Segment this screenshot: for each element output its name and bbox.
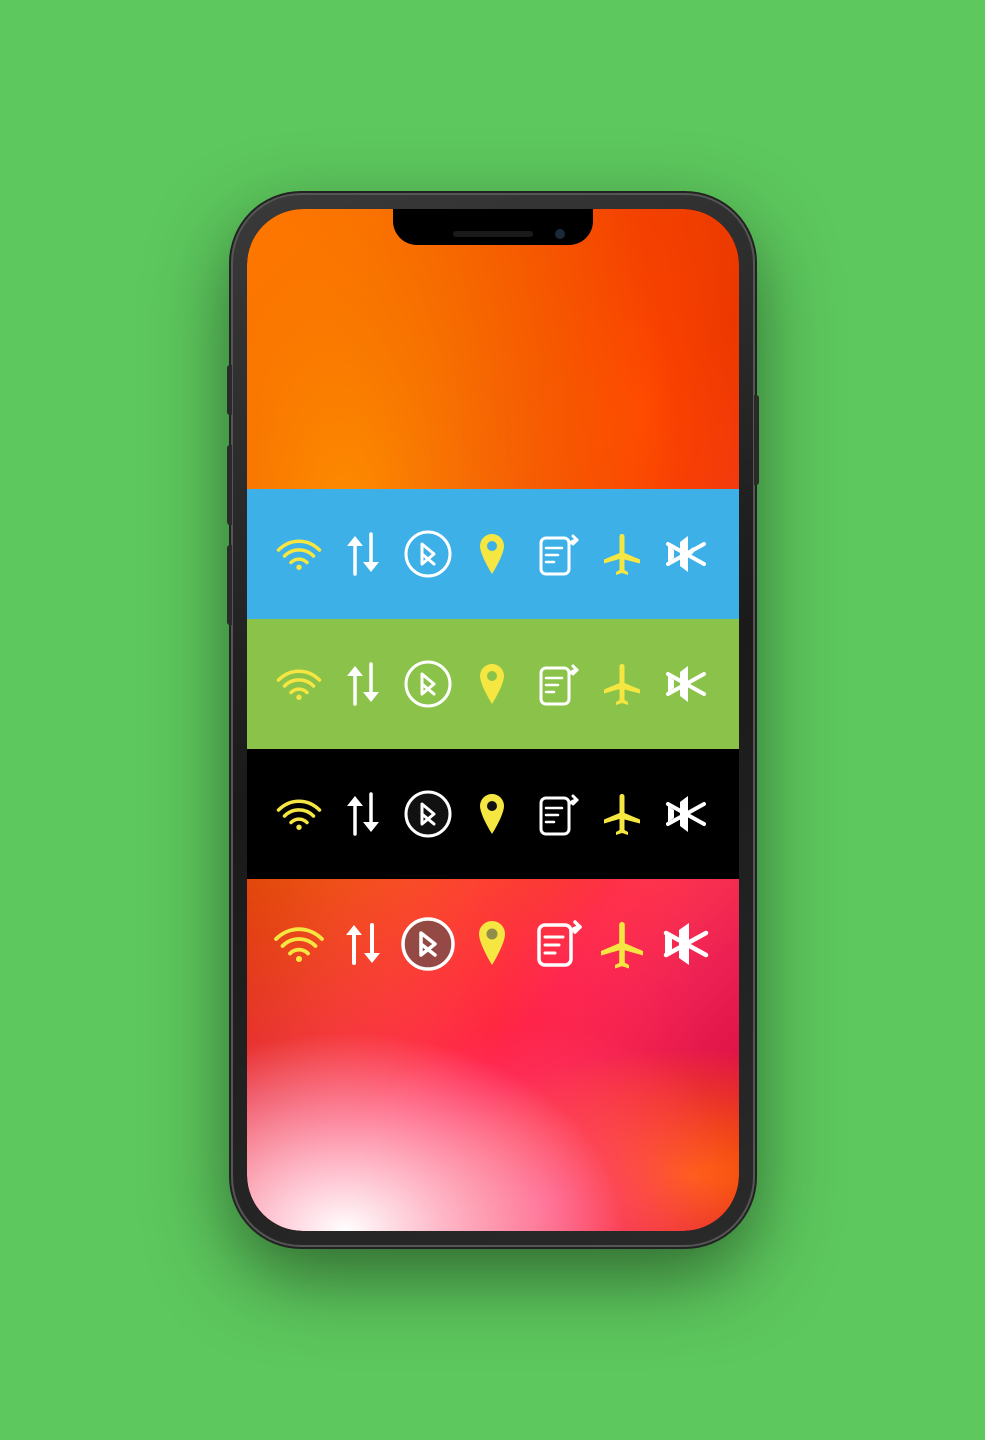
data-transfer-icon-transparent (334, 915, 392, 973)
bluetooth-icon-black (402, 788, 454, 840)
data-transfer-icon (337, 528, 389, 580)
mute-switch (227, 365, 232, 415)
front-camera (555, 229, 565, 239)
speaker (453, 231, 533, 237)
mute-icon-green (660, 658, 712, 710)
airplane-icon-green (596, 658, 648, 710)
bluetooth-icon-transparent (399, 915, 457, 973)
data-transfer-icon-green (337, 658, 389, 710)
screen-rotate-icon (531, 528, 583, 580)
wifi-icon-transparent (270, 915, 328, 973)
icon-row-transparent (247, 879, 739, 1009)
screen-rotate-icon-green (531, 658, 583, 710)
location-icon-transparent (463, 915, 521, 973)
phone-mockup (233, 195, 753, 1245)
mute-icon-transparent (657, 915, 715, 973)
phone-outer-shell (233, 195, 753, 1245)
icon-row-black (247, 749, 739, 879)
bluetooth-icon (402, 528, 454, 580)
icon-row-green (247, 619, 739, 749)
phone-screen-bezel (247, 209, 739, 1231)
bluetooth-icon-green (402, 658, 454, 710)
location-icon-green (466, 658, 518, 710)
airplane-icon-transparent (593, 915, 651, 973)
icon-row-blue (247, 489, 739, 619)
airplane-icon-black (596, 788, 648, 840)
screen-rotate-icon-transparent (528, 915, 586, 973)
volume-down-button (227, 545, 232, 625)
wifi-icon (273, 528, 325, 580)
airplane-icon (596, 528, 648, 580)
screen-rotate-icon-black (531, 788, 583, 840)
volume-up-button (227, 445, 232, 525)
power-button (754, 395, 759, 485)
location-icon-black (466, 788, 518, 840)
mute-icon (660, 528, 712, 580)
mute-icon-black (660, 788, 712, 840)
wifi-icon-green (273, 658, 325, 710)
location-icon (466, 528, 518, 580)
data-transfer-icon-black (337, 788, 389, 840)
wifi-icon-black (273, 788, 325, 840)
phone-screen (247, 209, 739, 1231)
icon-rows-container (247, 489, 739, 1009)
notch (393, 209, 593, 245)
